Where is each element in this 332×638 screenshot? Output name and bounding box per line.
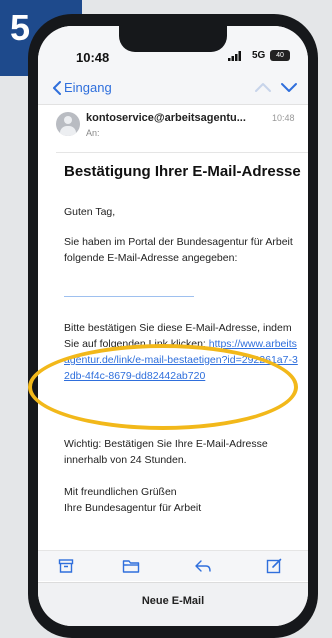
compose-icon[interactable]	[266, 558, 282, 574]
back-button[interactable]: Eingang	[52, 80, 112, 95]
network-type: 5G	[252, 50, 266, 61]
intro-text: Sie haben im Portal der Bundesagentur fü…	[64, 236, 293, 264]
email-time: 10:48	[272, 113, 295, 123]
notice-text: Wichtig: Bestätigen Sie Ihre E-Mail-Adre…	[64, 438, 268, 466]
recipient-label: An:	[86, 128, 100, 138]
signature-text: Ihre Bundesagentur für Arbeit	[64, 502, 202, 514]
notch	[119, 26, 227, 52]
step-number: 5	[10, 7, 31, 48]
header-divider	[56, 152, 308, 153]
entered-email-link[interactable]	[64, 296, 194, 297]
closing-text: Mit freundlichen Grüßen	[64, 486, 177, 498]
status-time: 10:48	[76, 50, 110, 65]
greeting: Guten Tag,	[64, 206, 116, 218]
back-label: Eingang	[64, 80, 112, 95]
reply-icon[interactable]	[194, 558, 212, 574]
chevron-left-icon	[53, 80, 61, 95]
link-highlight-circle	[28, 344, 298, 430]
new-email-label: Neue E-Mail	[141, 595, 205, 607]
signal-icon	[228, 51, 242, 64]
mail-nav-bar: Eingang	[38, 72, 308, 105]
chevron-up-icon[interactable]	[254, 81, 272, 93]
battery-icon: 40	[270, 50, 290, 61]
new-email-bar[interactable]: Neue E-Mail	[38, 582, 308, 626]
archive-icon[interactable]	[58, 558, 74, 574]
phone-screen: 10:48 5G 40 Eingang kontoservice@arbeits…	[38, 26, 308, 626]
avatar	[56, 112, 80, 136]
email-header: kontoservice@arbeitsagentu... 10:48 An:	[38, 106, 308, 152]
email-subject: Bestätigung Ihrer E-Mail-Adresse	[64, 163, 301, 180]
mail-toolbar	[38, 550, 308, 581]
sender-address[interactable]: kontoservice@arbeitsagentu...	[86, 112, 246, 124]
chevron-down-icon[interactable]	[280, 81, 298, 93]
folder-icon[interactable]	[122, 558, 140, 574]
